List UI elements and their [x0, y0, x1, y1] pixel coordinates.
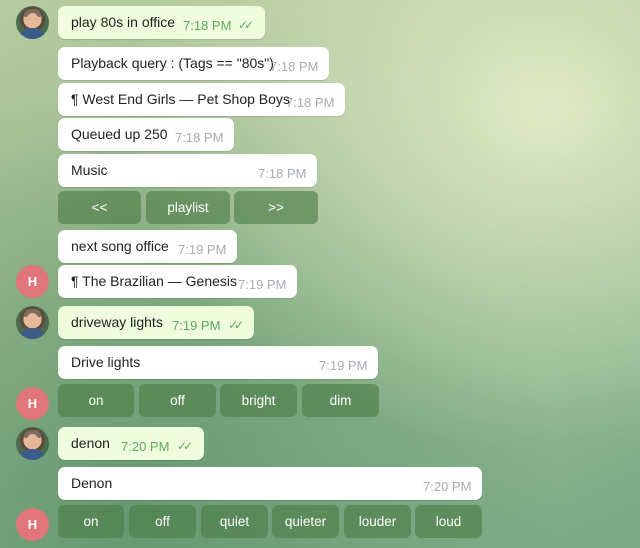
- message-incoming[interactable]: Playback query : (Tags == "80s") 7:18 PM: [58, 47, 329, 80]
- message-time: 7:18 PM: [258, 166, 307, 181]
- message-text: denon: [71, 435, 110, 451]
- message-time: 7:19 PM: [319, 358, 368, 373]
- message-incoming[interactable]: Queued up 250 7:18 PM: [58, 118, 234, 151]
- avatar-face: [26, 434, 39, 450]
- message-time: 7:19 PM: [172, 318, 221, 333]
- message-time: 7:18 PM: [286, 95, 335, 110]
- bot-avatar[interactable]: H: [16, 265, 49, 298]
- keyboard-button-on[interactable]: on: [58, 505, 124, 538]
- message-outgoing[interactable]: play 80s in office 7:18 PM ✓✓: [58, 6, 265, 39]
- keyboard-button-off[interactable]: off: [129, 505, 196, 538]
- avatar-face: [26, 313, 39, 329]
- message-text: Drive lights: [71, 354, 141, 370]
- message-time: 7:20 PM: [423, 479, 472, 494]
- avatar-shirt: [19, 328, 46, 339]
- avatar-shirt: [19, 28, 46, 39]
- user-avatar[interactable]: [16, 427, 49, 460]
- message-time: 7:18 PM: [270, 59, 319, 74]
- message-text: driveway lights: [71, 314, 163, 330]
- message-incoming[interactable]: Denon 7:20 PM: [58, 467, 482, 500]
- keyboard-button-quieter[interactable]: quieter: [272, 505, 339, 538]
- message-text: Music: [71, 162, 108, 178]
- keyboard-button-playlist[interactable]: playlist: [146, 191, 230, 224]
- message-outgoing[interactable]: driveway lights 7:19 PM ✓✓: [58, 306, 254, 339]
- read-check-icon: ✓✓: [238, 18, 254, 32]
- message-incoming[interactable]: ¶ The Brazilian — Genesis 7:19 PM: [58, 265, 297, 298]
- keyboard-button-louder[interactable]: louder: [344, 505, 411, 538]
- message-outgoing[interactable]: denon 7:20 PM ✓✓: [58, 427, 204, 460]
- message-time: 7:19 PM: [238, 277, 287, 292]
- keyboard-button-on[interactable]: on: [58, 384, 134, 417]
- read-check-icon: ✓✓: [177, 439, 193, 453]
- keyboard-button-prev[interactable]: <<: [58, 191, 141, 224]
- message-text: Denon: [71, 475, 113, 491]
- bot-avatar[interactable]: H: [16, 387, 49, 420]
- message-incoming[interactable]: Music 7:18 PM: [58, 154, 317, 187]
- message-incoming[interactable]: Drive lights 7:19 PM: [58, 346, 378, 379]
- message-incoming[interactable]: next song office 7:19 PM: [58, 230, 237, 263]
- message-time: 7:19 PM: [178, 242, 227, 257]
- message-text: play 80s in office: [71, 14, 176, 30]
- message-text: ¶ The Brazilian — Genesis: [71, 273, 237, 289]
- keyboard-button-quiet[interactable]: quiet: [201, 505, 268, 538]
- keyboard-button-next[interactable]: >>: [234, 191, 318, 224]
- message-time: 7:18 PM: [175, 130, 224, 145]
- message-text: next song office: [71, 238, 169, 254]
- user-avatar[interactable]: [16, 306, 49, 339]
- user-avatar[interactable]: [16, 6, 49, 39]
- message-time: 7:18 PM: [183, 18, 232, 33]
- avatar-shirt: [19, 449, 46, 460]
- message-text: Queued up 250: [71, 126, 168, 142]
- message-text: Playback query : (Tags == "80s"): [71, 55, 274, 71]
- message-time: 7:20 PM: [121, 439, 170, 454]
- message-text: ¶ West End Girls — Pet Shop Boys: [71, 91, 290, 107]
- keyboard-button-bright[interactable]: bright: [220, 384, 297, 417]
- message-incoming[interactable]: ¶ West End Girls — Pet Shop Boys 7:18 PM: [58, 83, 345, 116]
- keyboard-button-off[interactable]: off: [139, 384, 216, 417]
- bot-avatar[interactable]: H: [16, 508, 49, 541]
- keyboard-button-loud[interactable]: loud: [415, 505, 482, 538]
- read-check-icon: ✓✓: [228, 318, 244, 332]
- avatar-face: [26, 13, 39, 29]
- keyboard-button-dim[interactable]: dim: [302, 384, 379, 417]
